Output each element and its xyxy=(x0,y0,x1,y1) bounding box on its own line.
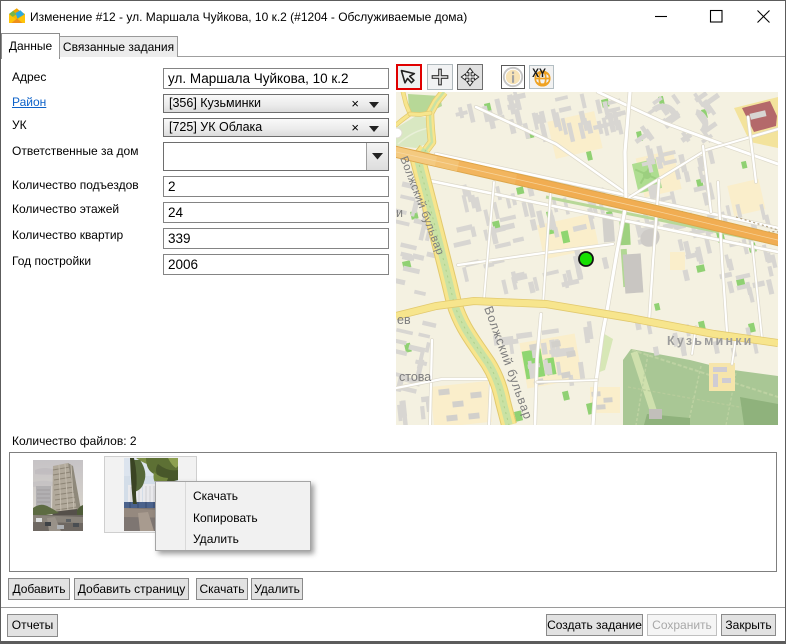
svg-text:XY: XY xyxy=(532,68,547,81)
svg-text:и: и xyxy=(396,206,403,220)
svg-text:стова: стова xyxy=(399,370,431,384)
svg-text:Кузьминки: Кузьминки xyxy=(667,334,754,348)
svg-text:ев: ев xyxy=(397,313,411,327)
